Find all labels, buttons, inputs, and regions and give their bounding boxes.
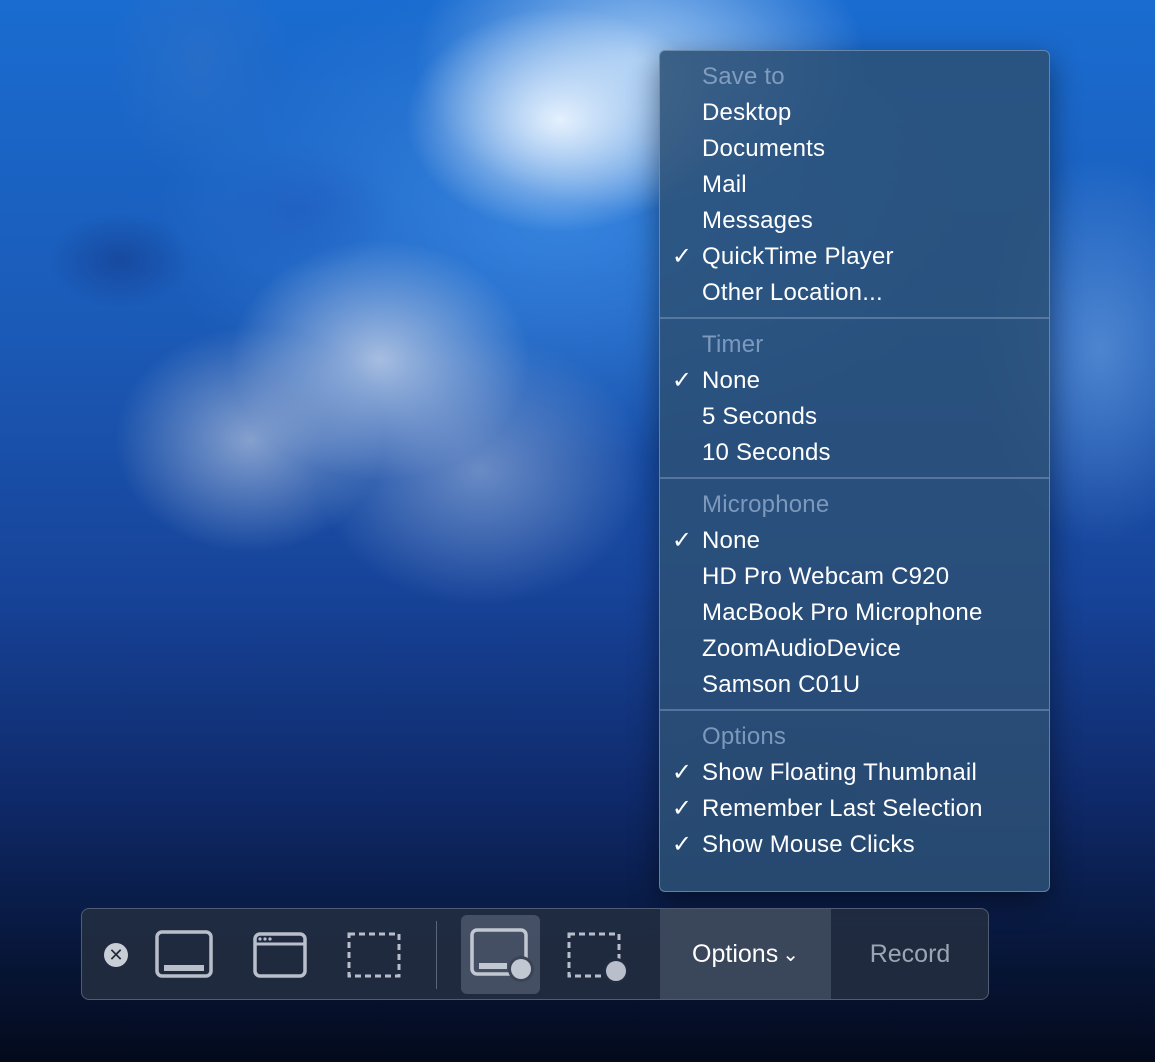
menu-item[interactable]: HD Pro Webcam C920	[660, 559, 1049, 595]
menu-item[interactable]: ✓ None	[660, 523, 1049, 559]
menu-item-label: Messages	[702, 207, 813, 234]
menu-section: Timer ✓ None 5 Seconds 10 Seconds	[660, 319, 1049, 477]
menu-item-label: Documents	[702, 135, 826, 162]
screenshot-toolbar: ✕ Options ⌄ Record	[81, 908, 989, 1000]
menu-item-label: 10 Seconds	[702, 439, 831, 466]
menu-item-label: Desktop	[702, 99, 792, 126]
checkmark-icon: ✓	[671, 831, 693, 858]
menu-item-label: 5 Seconds	[702, 403, 818, 430]
menu-item[interactable]: ✓ Remember Last Selection	[660, 791, 1049, 827]
menu-item[interactable]: Mail	[660, 167, 1049, 203]
menu-item[interactable]: MacBook Pro Microphone	[660, 595, 1049, 631]
capture-entire-screen-icon[interactable]	[154, 929, 214, 981]
checkmark-icon: ✓	[671, 367, 693, 394]
checkmark-icon: ✓	[671, 243, 693, 270]
menu-item[interactable]: ✓ Show Mouse Clicks	[660, 827, 1049, 863]
menu-section: Save to Desktop Documents Mail Messages ✓ Quic…	[660, 51, 1049, 317]
menu-item-label: None	[702, 527, 761, 554]
record-button[interactable]: Record	[831, 909, 988, 999]
checkmark-icon: ✓	[671, 759, 693, 786]
toolbar-divider	[436, 921, 437, 989]
menu-item-label: Show Mouse Clicks	[702, 831, 915, 858]
menu-section-header: Save to	[702, 63, 785, 90]
record-selection-icon[interactable]	[566, 931, 634, 987]
capture-window-icon[interactable]	[252, 931, 308, 981]
checkmark-icon: ✓	[671, 527, 693, 554]
options-button-label: Options	[692, 940, 779, 968]
record-entire-screen-icon[interactable]	[469, 927, 537, 985]
menu-item[interactable]: ✓ None	[660, 363, 1049, 399]
close-icon[interactable]: ✕	[104, 943, 128, 967]
menu-section-header: Microphone	[702, 491, 830, 518]
chevron-down-icon: ⌄	[782, 944, 799, 967]
menu-item-label: Show Floating Thumbnail	[702, 759, 977, 786]
menu-section: Options ✓ Show Floating Thumbnail ✓ Remember…	[660, 711, 1049, 869]
menu-section-header: Timer	[702, 331, 764, 358]
menu-item[interactable]: Desktop	[660, 95, 1049, 131]
menu-item-label: MacBook Pro Microphone	[702, 599, 983, 626]
menu-item[interactable]: ZoomAudioDevice	[660, 631, 1049, 667]
menu-item-label: HD Pro Webcam C920	[702, 563, 950, 590]
options-button[interactable]: Options ⌄	[660, 909, 831, 999]
menu-section: Microphone ✓ None HD Pro Webcam C920 MacBook…	[660, 479, 1049, 709]
menu-item[interactable]: ✓ Show Floating Thumbnail	[660, 755, 1049, 791]
menu-item[interactable]: ✓ QuickTime Player	[660, 239, 1049, 275]
menu-item-label: QuickTime Player	[702, 243, 894, 270]
menu-item[interactable]: 10 Seconds	[660, 435, 1049, 471]
menu-item[interactable]: Samson C01U	[660, 667, 1049, 703]
capture-selection-icon[interactable]	[346, 931, 402, 979]
menu-item[interactable]: Messages	[660, 203, 1049, 239]
menu-item[interactable]: Documents	[660, 131, 1049, 167]
options-menu: Save to Desktop Documents Mail Messages ✓ Quic…	[659, 50, 1050, 892]
menu-item[interactable]: Other Location...	[660, 275, 1049, 311]
menu-item-label: Other Location...	[702, 279, 883, 306]
menu-item-label: Samson C01U	[702, 671, 861, 698]
menu-item-label: Remember Last Selection	[702, 795, 983, 822]
checkmark-icon: ✓	[671, 795, 693, 822]
menu-item-label: ZoomAudioDevice	[702, 635, 902, 662]
menu-item[interactable]: 5 Seconds	[660, 399, 1049, 435]
menu-item-label: Mail	[702, 171, 747, 198]
menu-item-label: None	[702, 367, 761, 394]
menu-section-header: Options	[702, 723, 787, 750]
